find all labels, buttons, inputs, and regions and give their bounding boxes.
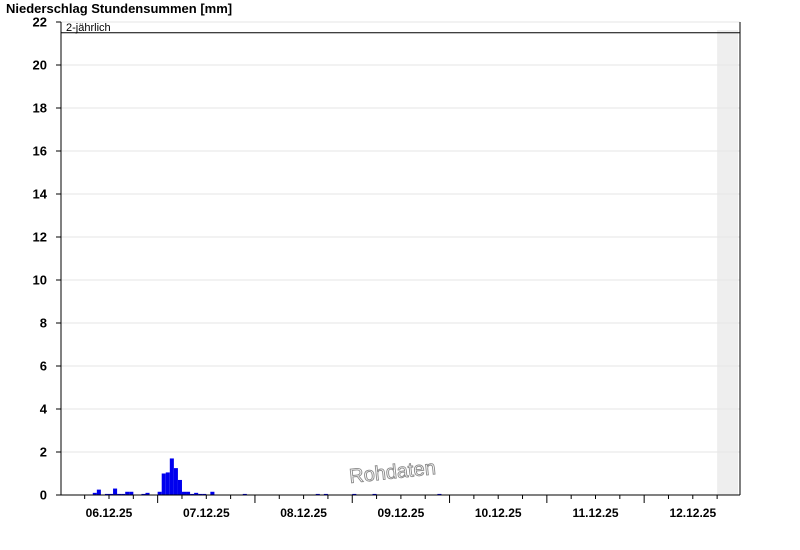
y-tick-label: 14: [33, 187, 48, 202]
precip-bar: [113, 488, 118, 495]
y-tick-label: 10: [33, 273, 47, 288]
y-tick-labels: 0 2 4 6 8 10 12 14 16 18 20 22: [33, 15, 61, 503]
x-tick-label: 11.12.25: [572, 506, 618, 520]
precip-bar: [173, 468, 178, 495]
precip-bar: [96, 489, 101, 495]
y-tick-label: 18: [33, 101, 47, 116]
y-tick-label: 16: [33, 144, 47, 159]
watermark: Rohdaten: [348, 457, 437, 488]
precipitation-chart: Niederschlag Stundensummen [mm] 2-jährli…: [6, 1, 741, 520]
forecast-shade: [717, 30, 738, 495]
y-tick-label: 22: [33, 15, 47, 30]
forecast-region: [717, 30, 738, 495]
precip-bar: [169, 458, 174, 495]
precip-bar: [161, 473, 166, 495]
x-tick-label: 06.12.25: [86, 506, 133, 520]
x-tick-label: 08.12.25: [280, 506, 327, 520]
reference-line-group: 2-jährlich: [61, 22, 740, 34]
precip-bar: [177, 479, 182, 495]
y-tick-label: 4: [40, 402, 48, 417]
x-tick-label: 07.12.25: [183, 506, 230, 520]
x-tick-label: 10.12.25: [475, 506, 522, 520]
precip-bar: [165, 472, 170, 495]
y-tick-label: 8: [40, 316, 47, 331]
gridlines: [61, 21, 740, 453]
y-tick-label: 0: [40, 488, 47, 503]
y-tick-label: 12: [33, 230, 47, 245]
y-tick-label: 2: [40, 445, 47, 460]
x-tick-labels: 06.12.25 07.12.25 08.12.25 09.12.25 10.12.25…: [84, 495, 718, 520]
x-tick-label: 09.12.25: [378, 506, 425, 520]
x-tick-label: 12.12.25: [669, 506, 716, 520]
reference-line-label: 2-jährlich: [66, 22, 111, 34]
y-tick-label: 6: [40, 359, 47, 374]
axes: [60, 22, 741, 496]
y-tick-label: 20: [33, 58, 47, 73]
